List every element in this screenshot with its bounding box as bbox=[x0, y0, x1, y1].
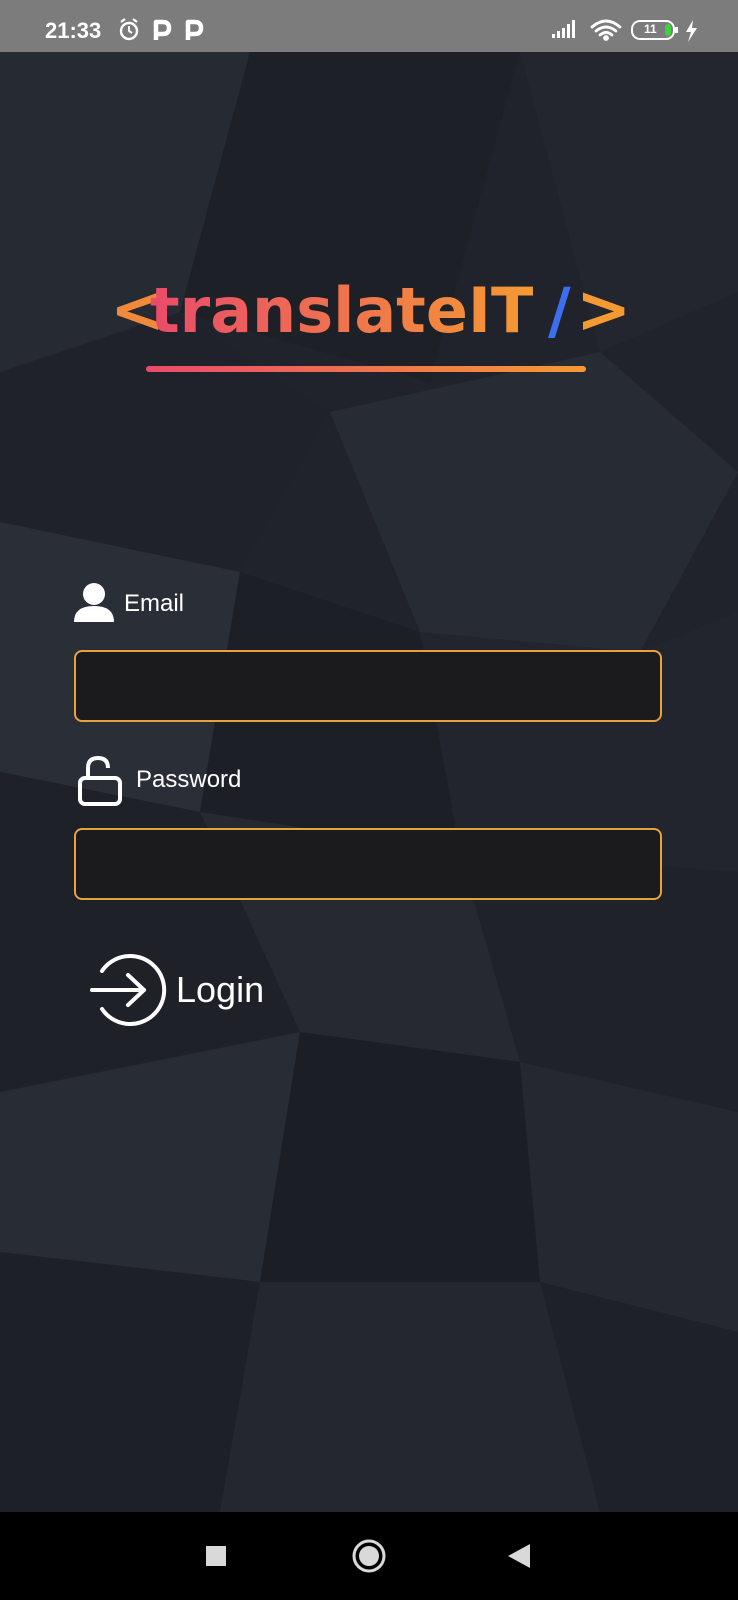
status-time: 21:33 bbox=[45, 18, 102, 43]
status-left-icons bbox=[119, 18, 204, 41]
recents-button[interactable] bbox=[194, 1534, 238, 1578]
app-logo: < translateIT / > bbox=[110, 271, 630, 372]
email-input[interactable] bbox=[74, 650, 662, 722]
parking-icon bbox=[153, 19, 172, 40]
login-label: Login bbox=[176, 969, 265, 1010]
person-icon bbox=[74, 583, 114, 622]
status-right-icons: 11 bbox=[552, 18, 702, 48]
home-button[interactable] bbox=[347, 1534, 391, 1578]
back-triangle-icon bbox=[508, 1544, 530, 1568]
email-label: Email bbox=[124, 590, 185, 617]
logo-text: translateIT bbox=[150, 274, 533, 347]
logo-slash: / bbox=[548, 274, 571, 347]
battery-level: 11 bbox=[644, 22, 657, 36]
wifi-icon bbox=[590, 19, 622, 41]
signal-icon bbox=[552, 20, 575, 38]
alarm-icon bbox=[119, 18, 139, 41]
back-button[interactable] bbox=[498, 1534, 542, 1578]
home-circle-icon bbox=[352, 1539, 386, 1573]
login-button[interactable]: Login bbox=[88, 948, 298, 1032]
recents-square-icon bbox=[206, 1546, 226, 1566]
logo-close-bracket: > bbox=[576, 271, 630, 348]
login-screen: < translateIT / > Email Password Login bbox=[0, 52, 738, 1512]
unlock-icon bbox=[78, 756, 122, 806]
logo-underline bbox=[146, 366, 586, 372]
status-bar: 21:33 11 bbox=[0, 0, 738, 52]
login-arrow-icon bbox=[90, 954, 167, 1026]
navigation-bar bbox=[0, 1512, 738, 1600]
password-input[interactable] bbox=[74, 828, 662, 900]
parking-icon bbox=[185, 19, 204, 40]
charging-icon bbox=[686, 20, 697, 42]
password-label: Password bbox=[136, 766, 242, 793]
